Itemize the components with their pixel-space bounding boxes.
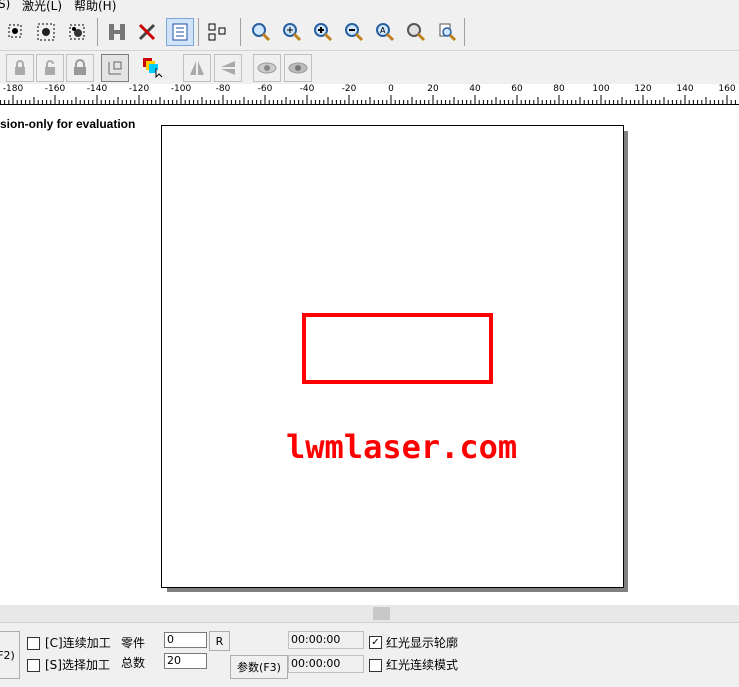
rectangle-object[interactable] <box>302 313 493 384</box>
red-continuous-checkbox[interactable] <box>369 659 382 672</box>
ruler-label: 40 <box>469 84 481 94</box>
red-outline-checkbox[interactable]: ✓ <box>369 636 382 649</box>
zoom-all-icon[interactable]: A <box>372 19 398 45</box>
zoom-in-icon[interactable] <box>310 19 336 45</box>
zoom-grid-icon[interactable] <box>403 19 429 45</box>
text-object[interactable]: lwmlaser.com <box>286 428 517 466</box>
toolbar-divider <box>464 18 465 46</box>
lock-all-icon[interactable] <box>66 54 94 82</box>
select-label: [S]选择加工 <box>45 658 110 672</box>
svg-text:A: A <box>380 26 386 35</box>
zoom-out-icon[interactable] <box>341 19 367 45</box>
mirror-vertical-icon[interactable] <box>214 54 242 82</box>
menu-bar: S) 激光(L) 帮助(H) <box>0 0 739 13</box>
elapsed-time: 00:00:00 <box>288 631 364 649</box>
ruler-label: 0 <box>388 84 394 94</box>
scrollbar-thumb[interactable] <box>373 607 390 620</box>
hatch-icon[interactable] <box>104 19 130 45</box>
ruler-label: -140 <box>86 84 108 94</box>
select-node-icon[interactable] <box>33 19 59 45</box>
continuous-label: [C]连续加工 <box>45 636 111 650</box>
object-list-icon[interactable] <box>166 18 194 46</box>
evaluation-watermark: sion-only for evaluation <box>0 117 136 131</box>
parts-field[interactable]: 0 <box>164 632 207 648</box>
mirror-horizontal-icon[interactable] <box>183 54 211 82</box>
menu-item-partial[interactable]: S) <box>0 0 10 11</box>
ruler-label: -180 <box>2 84 24 94</box>
toolbar-divider <box>97 18 98 46</box>
select-checkbox[interactable] <box>27 659 40 672</box>
show-eye-icon[interactable] <box>253 54 281 82</box>
params-button[interactable]: 参数(F3) <box>230 655 288 679</box>
ruler-label: -120 <box>128 84 150 94</box>
horizontal-ruler: -180 -160 -140 -120 -100 -80 -60 -40 -20 0 20 40 60 8… <box>0 84 739 105</box>
tools-icon[interactable] <box>134 19 160 45</box>
ruler-label: -40 <box>299 84 315 94</box>
horizontal-scrollbar[interactable] <box>0 605 739 622</box>
ruler-label: 20 <box>427 84 439 94</box>
bottom-control-panel: F2) [C]连续加工 [S]选择加工 零件 0 R 总数 20 参数(F3) … <box>0 622 739 687</box>
reset-parts-button[interactable]: R <box>209 631 230 651</box>
zoom-page-icon[interactable] <box>434 19 460 45</box>
toolbar-divider <box>240 18 241 46</box>
continuous-checkbox[interactable] <box>27 637 40 650</box>
unlock-icon[interactable] <box>36 54 64 82</box>
ruler-label: -60 <box>257 84 273 94</box>
select-group-icon[interactable] <box>64 19 90 45</box>
ruler-label: -80 <box>215 84 231 94</box>
ruler-label: 160 <box>718 84 736 94</box>
total-label: 总数 <box>121 656 146 670</box>
toolbar-divider <box>198 18 199 46</box>
mark-button-f2[interactable]: F2) <box>0 631 20 679</box>
lock-icon[interactable] <box>6 54 34 82</box>
total-time: 00:00:00 <box>288 655 364 673</box>
zoom-icon[interactable] <box>248 19 274 45</box>
ruler-label: -100 <box>170 84 192 94</box>
ruler-label: 100 <box>592 84 610 94</box>
color-layer-icon[interactable] <box>139 54 165 80</box>
ruler-label: -160 <box>44 84 66 94</box>
toolbar-second <box>0 51 739 85</box>
parts-label: 零件 <box>121 636 146 650</box>
select-dots-icon[interactable] <box>3 19 29 45</box>
total-field[interactable]: 20 <box>164 653 207 669</box>
red-outline-label: 红光显示轮廓 <box>386 636 459 650</box>
align-icon[interactable] <box>101 54 129 82</box>
node-tree-icon[interactable] <box>204 19 230 45</box>
ruler-label: -20 <box>341 84 357 94</box>
ruler-label: 80 <box>553 84 565 94</box>
zoom-window-icon[interactable] <box>279 19 305 45</box>
menu-item-laser[interactable]: 激光(L) <box>22 0 62 14</box>
red-continuous-label: 红光连续模式 <box>386 658 459 672</box>
hide-eye-icon[interactable] <box>284 54 312 82</box>
menu-item-help[interactable]: 帮助(H) <box>74 0 116 14</box>
ruler-label: 120 <box>634 84 652 94</box>
ruler-label: 60 <box>511 84 523 94</box>
toolbar-top: A <box>0 14 739 51</box>
ruler-label: 140 <box>676 84 694 94</box>
